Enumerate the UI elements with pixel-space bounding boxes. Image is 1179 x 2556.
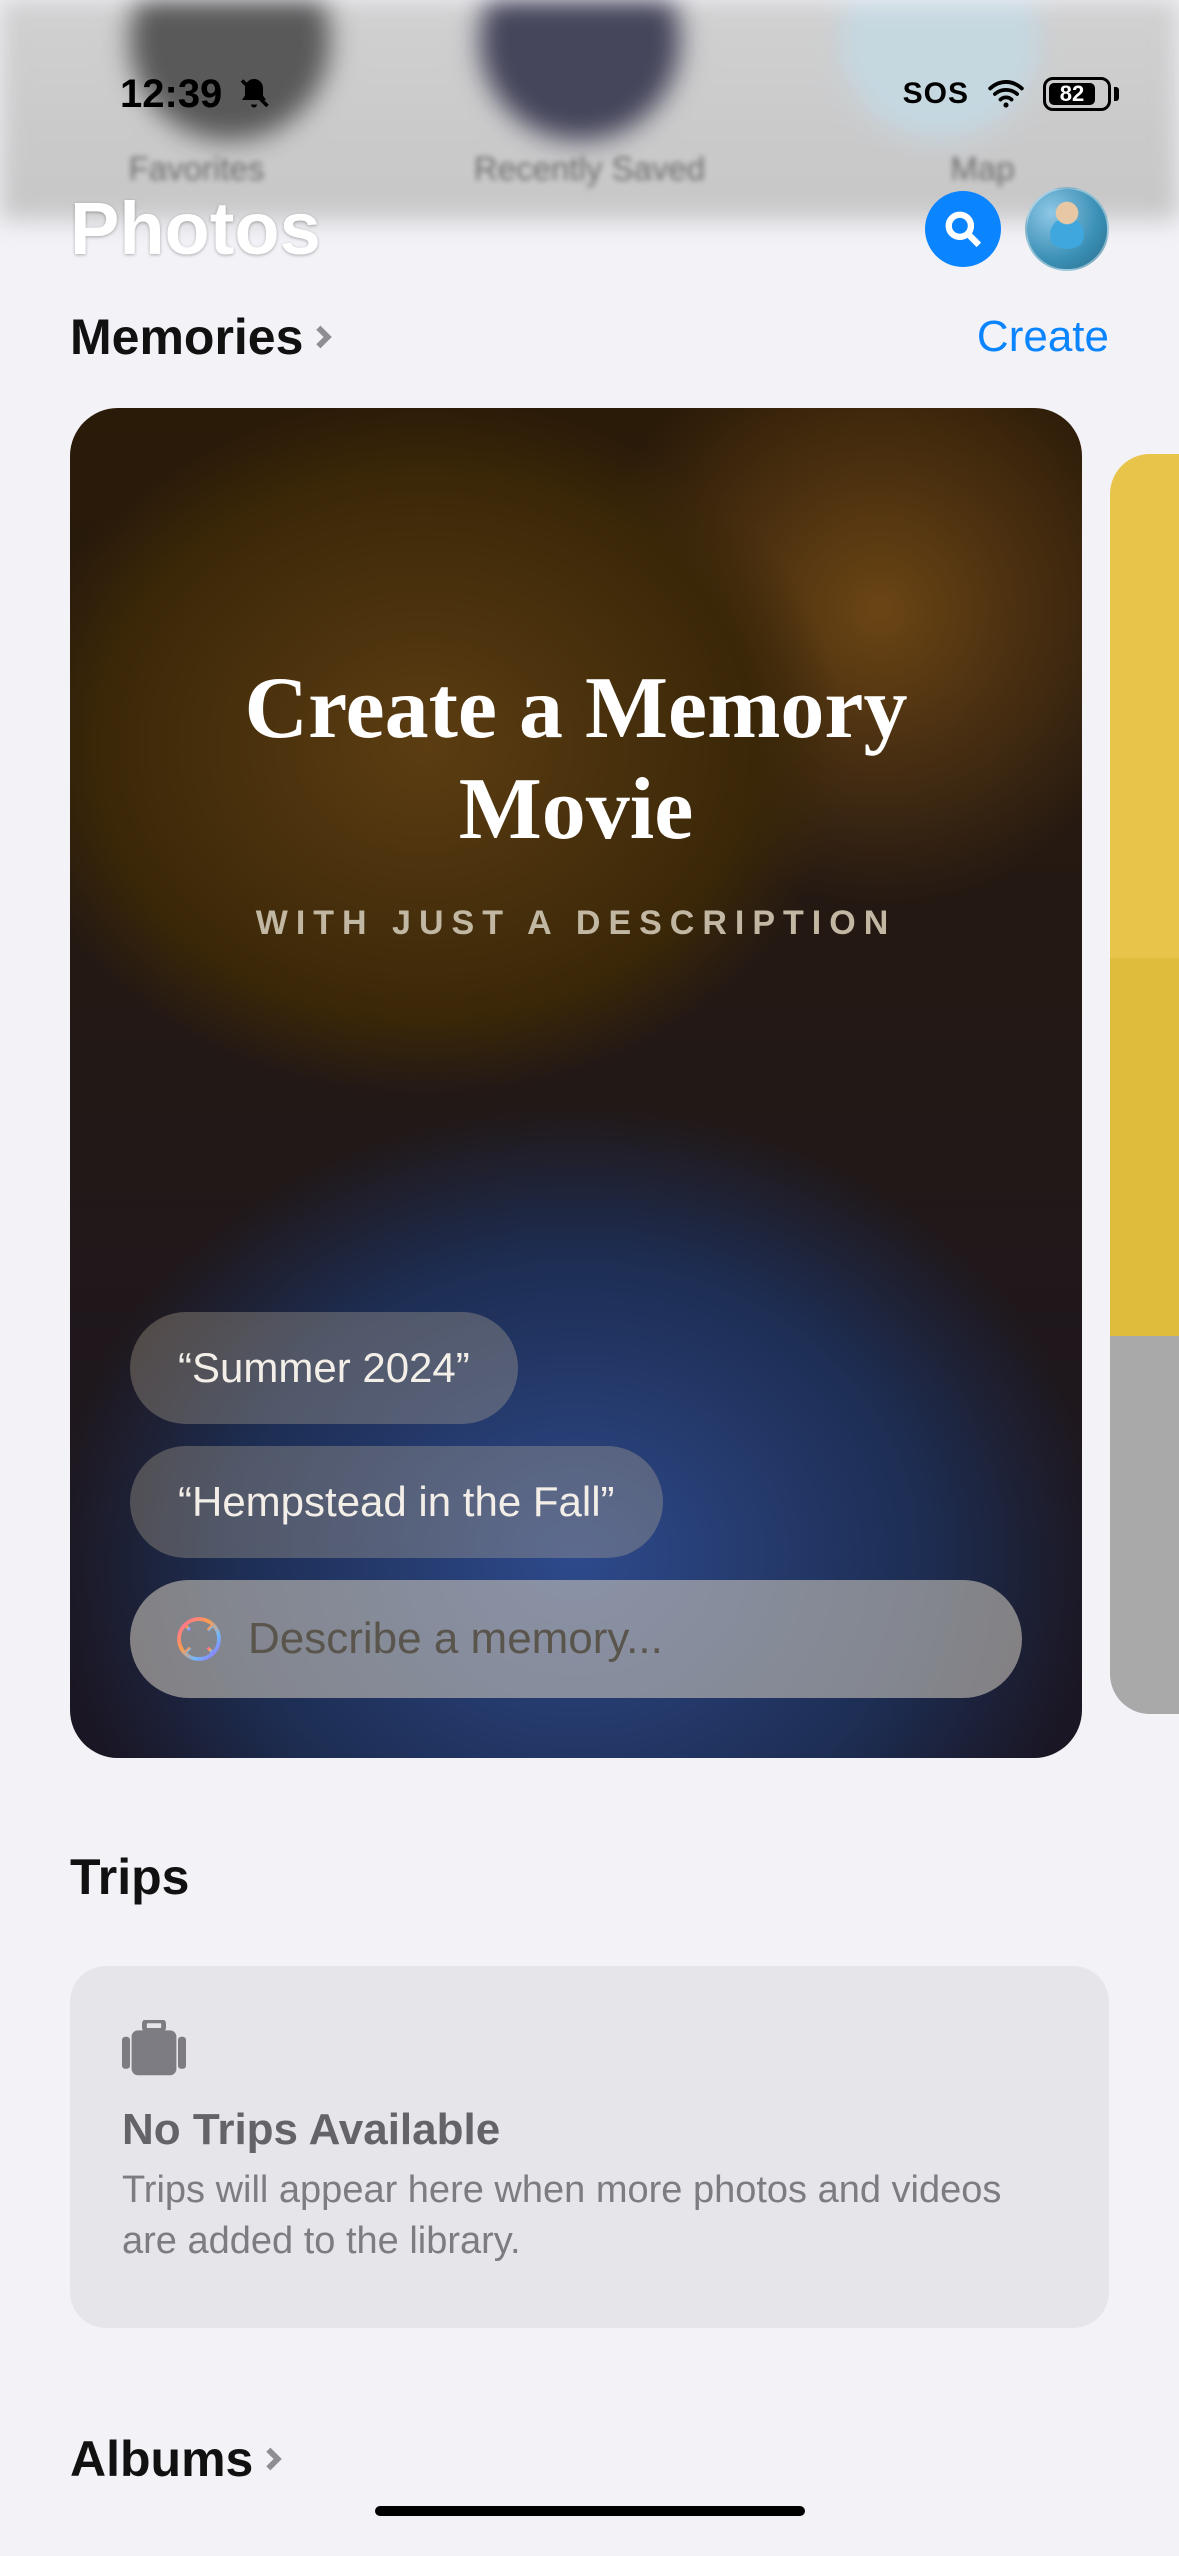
status-sos: SOS (903, 77, 969, 111)
search-button[interactable] (925, 191, 1001, 267)
home-indicator[interactable] (375, 2506, 805, 2516)
describe-memory-input[interactable]: Describe a memory... (130, 1580, 1022, 1698)
chevron-right-icon (309, 323, 337, 351)
profile-avatar[interactable] (1025, 187, 1109, 271)
trips-empty-body: Trips will appear here when more photos … (122, 2165, 1057, 2268)
wifi-icon (987, 75, 1025, 113)
albums-section-link[interactable]: Albums (70, 2430, 287, 2488)
trips-section-title: Trips (70, 1848, 189, 1906)
background-thumbnail-labels: Favorites Recently Saved Map (0, 150, 1179, 188)
memories-section-link[interactable]: Memories (70, 308, 337, 366)
albums-section-header: Albums (70, 2430, 1109, 2488)
apple-intelligence-icon (174, 1614, 224, 1664)
chevron-right-icon (259, 2445, 287, 2473)
trips-empty-card: No Trips Available Trips will appear her… (70, 1966, 1109, 2328)
memory-suggestion-chip[interactable]: “Hempstead in the Fall” (130, 1446, 663, 1558)
memory-card-title: Create a Memory Movie (140, 658, 1012, 860)
suitcase-icon (122, 2020, 186, 2076)
app-header: Photos (70, 186, 1109, 271)
status-time: 12:39 (120, 72, 222, 117)
status-bar: 12:39 SOS 82 (0, 64, 1179, 124)
section-title-text: Trips (70, 1848, 189, 1906)
thumb-label: Recently Saved (393, 150, 786, 188)
thumb-label: Map (786, 150, 1179, 188)
dnd-bell-slash-icon (236, 76, 272, 112)
search-icon (944, 210, 982, 248)
thumb-label: Favorites (0, 150, 393, 188)
battery-indicator: 82 (1043, 77, 1119, 111)
battery-percentage: 82 (1049, 83, 1095, 105)
memory-suggestion-chip[interactable]: “Summer 2024” (130, 1312, 518, 1424)
create-memory-movie-card[interactable]: Create a Memory Movie WITH JUST A DESCRI… (70, 408, 1082, 1758)
section-title-text: Memories (70, 308, 303, 366)
describe-memory-placeholder: Describe a memory... (248, 1614, 663, 1664)
memories-section-header: Memories Create (70, 308, 1109, 366)
memory-card-subtitle: WITH JUST A DESCRIPTION (140, 904, 1012, 943)
page-title: Photos (70, 186, 321, 271)
next-memory-card-peek[interactable] (1110, 454, 1179, 1714)
trips-empty-heading: No Trips Available (122, 2105, 1057, 2155)
create-memory-button[interactable]: Create (977, 312, 1109, 362)
trips-section-header: Trips (70, 1848, 1109, 1906)
section-title-text: Albums (70, 2430, 253, 2488)
